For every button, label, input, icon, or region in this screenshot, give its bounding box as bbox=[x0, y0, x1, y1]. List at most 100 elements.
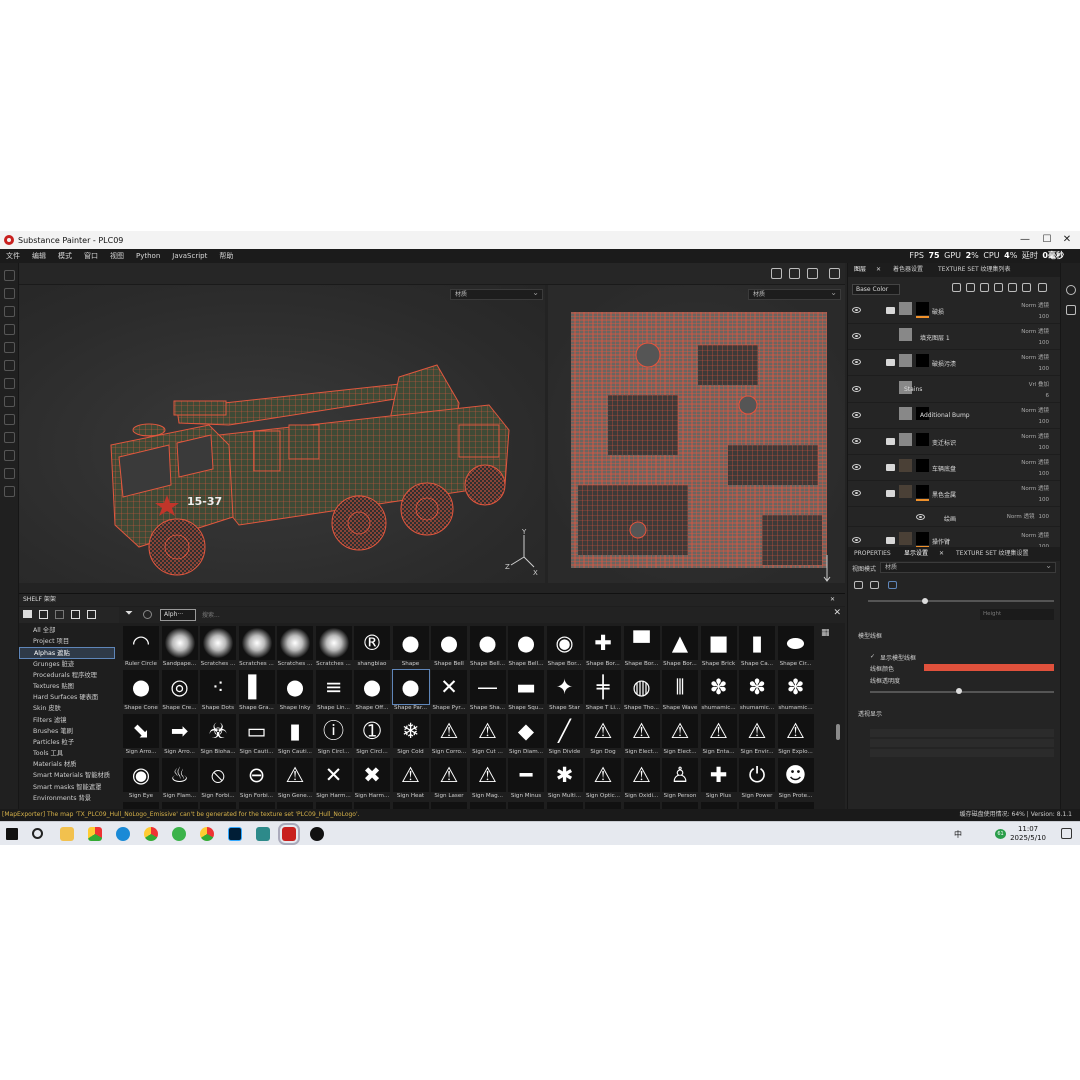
layer-blend-info[interactable]: Vrl 叠加 6 bbox=[1029, 380, 1049, 402]
shelf-asset-tile[interactable]: ▀ Shape Bor... bbox=[623, 626, 660, 668]
close-icon[interactable]: ✕ bbox=[830, 594, 835, 606]
shelf-asset-tile[interactable]: ▮ Shape Ca... bbox=[739, 626, 775, 668]
camera-icon[interactable] bbox=[870, 581, 879, 589]
shelf-asset-tile[interactable]: ⚠ Sign Envir... bbox=[739, 714, 775, 756]
layer-opacity[interactable]: 6 bbox=[1029, 391, 1050, 402]
visibility-eye-icon[interactable] bbox=[916, 513, 925, 520]
sublayer-row[interactable]: 绘画 Norm 透镜 100 bbox=[848, 509, 1061, 527]
shelf-asset-tile[interactable]: ✚ Shape Bor... bbox=[585, 626, 621, 668]
visibility-eye-icon[interactable] bbox=[852, 359, 861, 366]
shelf-asset-tile[interactable]: ⚠ Sign Oxidi... bbox=[623, 758, 660, 800]
trash-icon[interactable] bbox=[1038, 283, 1047, 292]
tab-layers[interactable]: 图层 bbox=[854, 263, 866, 277]
export-icon[interactable] bbox=[87, 610, 96, 619]
shelf-asset-tile[interactable]: ⏻ Sign Power bbox=[739, 758, 775, 800]
layer-blend-info[interactable]: Norm 透镜100 bbox=[1021, 432, 1049, 454]
photoshop-icon[interactable] bbox=[4, 468, 15, 479]
wire-color-swatch[interactable] bbox=[924, 664, 1054, 671]
shelf-asset-tile[interactable]: ▭ Sign Cauti... bbox=[238, 714, 275, 756]
layer-opacity[interactable]: 100 bbox=[1021, 312, 1050, 323]
folder-icon[interactable] bbox=[23, 610, 32, 618]
shelf-asset-tile[interactable]: Sandpape... bbox=[161, 626, 198, 668]
cube-icon[interactable] bbox=[789, 268, 800, 279]
hide-icon[interactable] bbox=[71, 610, 80, 619]
photoshop-icon[interactable] bbox=[228, 827, 242, 841]
visibility-eye-icon[interactable] bbox=[852, 536, 861, 543]
shelf-asset-tile[interactable]: ✽ shumamic... bbox=[739, 670, 775, 712]
shelf-asset-tile[interactable]: ● Shape Inky bbox=[277, 670, 313, 712]
shelf-asset-tile[interactable]: ☻ Sign Prote... bbox=[777, 758, 814, 800]
geometry-fill-icon[interactable] bbox=[4, 324, 15, 335]
layer-blend-info[interactable]: Norm 透镜100 bbox=[1021, 301, 1049, 323]
layer-opacity[interactable]: 100 bbox=[1021, 338, 1050, 349]
camera-icon[interactable] bbox=[771, 268, 782, 279]
shelf-asset-tile[interactable]: ® shangbiao bbox=[354, 626, 390, 668]
tab-texture-set-list[interactable]: TEXTURE SET 纹理集列表 bbox=[938, 263, 1011, 277]
shelf-asset-tile[interactable]: ▌ Shape Gra... bbox=[238, 670, 275, 712]
menu-mode[interactable]: 模式 bbox=[58, 251, 72, 261]
layer-blend-info[interactable]: Norm 透镜100 bbox=[1021, 458, 1049, 480]
circle-filter-icon[interactable] bbox=[143, 610, 152, 619]
shelf-category[interactable]: Environments 背景 bbox=[19, 793, 115, 804]
shelf-asset-tile[interactable]: ⚠ Sign Heat bbox=[392, 758, 429, 800]
layer-blend-mode[interactable]: Norm 透镜 bbox=[1021, 484, 1049, 495]
shelf-asset-tile[interactable]: ⚠ Sign Explo... bbox=[777, 714, 814, 756]
effect-icon[interactable] bbox=[1008, 283, 1017, 292]
shelf-category[interactable]: Grunges 脏迹 bbox=[19, 659, 115, 670]
paint-layer-icon[interactable] bbox=[952, 283, 961, 292]
image-icon[interactable] bbox=[854, 581, 863, 589]
bake-icon[interactable] bbox=[4, 432, 15, 443]
maximize-icon[interactable]: ☐ bbox=[1036, 231, 1058, 249]
height-slider-handle[interactable] bbox=[922, 598, 928, 604]
shelf-asset-tile[interactable]: ⬊ Sign Arro... bbox=[123, 714, 159, 756]
layer-row[interactable]: Additional Bump Norm 透镜 100 bbox=[848, 404, 1061, 429]
layer-opacity[interactable]: 100 bbox=[1021, 495, 1050, 506]
layer-blend-mode[interactable]: Norm 透镜 bbox=[1021, 353, 1049, 364]
ie-icon[interactable] bbox=[172, 827, 186, 841]
layer-row[interactable]: 车辆底盘 Norm 透镜 100 bbox=[848, 456, 1061, 482]
shelf-asset-tile[interactable]: Scratches ... bbox=[315, 626, 352, 668]
view-mode-select[interactable]: 材质 bbox=[880, 561, 1056, 573]
layer-blend-mode[interactable]: Vrl 叠加 bbox=[1029, 380, 1049, 391]
browser-icon[interactable] bbox=[88, 827, 102, 841]
shelf-asset-tile[interactable]: ⦀ Shape Wave bbox=[662, 670, 698, 712]
shelf-asset-tile[interactable]: ● Shape Bell... bbox=[469, 626, 506, 668]
shelf-asset-tile[interactable]: Scratches ... bbox=[277, 626, 313, 668]
layer-row[interactable]: 破损 Norm 透镜 100 bbox=[848, 299, 1061, 324]
grid-view-icon[interactable]: ▦ bbox=[821, 628, 830, 638]
tab-properties[interactable]: PROPERTIES bbox=[854, 547, 891, 561]
shelf-asset-tile[interactable]: ● Shape Off... bbox=[354, 670, 390, 712]
shelf-asset-tile[interactable]: ⁖ Shape Dots bbox=[200, 670, 236, 712]
video-icon[interactable] bbox=[807, 268, 818, 279]
wire-opacity-handle[interactable] bbox=[956, 688, 962, 694]
shelf-category[interactable]: Textures 贴图 bbox=[19, 681, 115, 692]
menu-javascript[interactable]: JavaScript bbox=[172, 252, 207, 260]
import-icon[interactable] bbox=[39, 610, 48, 619]
shelf-asset-tile[interactable]: ✱ Sign Multi... bbox=[546, 758, 583, 800]
document-icon[interactable] bbox=[1066, 305, 1076, 315]
shelf-category[interactable]: All 全部 bbox=[19, 625, 115, 636]
layer-opacity[interactable]: 100 bbox=[1021, 364, 1050, 375]
shelf-asset-tile[interactable]: ◍ Shape Tho... bbox=[623, 670, 660, 712]
viewport-2d[interactable]: 材质 bbox=[548, 285, 845, 583]
notification-badge[interactable]: 61 bbox=[995, 829, 1006, 839]
clone-icon[interactable] bbox=[4, 360, 15, 371]
shelf-asset-tile[interactable]: ■ Shape Brick bbox=[700, 626, 737, 668]
shelf-asset-tile[interactable]: ╱ Sign Divide bbox=[546, 714, 583, 756]
shelf-asset-tile[interactable]: ⚠ Sign Cut ... bbox=[469, 714, 506, 756]
visibility-eye-icon[interactable] bbox=[852, 385, 861, 392]
layer-opacity[interactable]: 100 bbox=[1039, 512, 1050, 523]
picker-icon[interactable] bbox=[4, 378, 15, 389]
plugin-icon[interactable] bbox=[4, 486, 15, 497]
shelf-asset-tile[interactable]: ✦ Shape Star bbox=[546, 670, 583, 712]
shelf-asset-tile[interactable]: ⚠ Sign Laser bbox=[431, 758, 467, 800]
shelf-category-selected[interactable]: Alphas 遮贴 bbox=[19, 647, 115, 659]
shelf-asset-tile[interactable]: ◠ Ruler Circle bbox=[123, 626, 159, 668]
chrome-icon[interactable] bbox=[144, 827, 158, 841]
shelf-asset-tile[interactable]: ⊖ Sign Forbi... bbox=[238, 758, 275, 800]
close-icon[interactable]: ✕ bbox=[939, 547, 944, 561]
channel-select[interactable]: Base Color bbox=[852, 284, 900, 295]
substance-painter-icon[interactable] bbox=[278, 823, 300, 845]
visibility-eye-icon[interactable] bbox=[852, 438, 861, 444]
layer-blend-mode[interactable]: Norm 透镜 bbox=[1021, 327, 1049, 338]
